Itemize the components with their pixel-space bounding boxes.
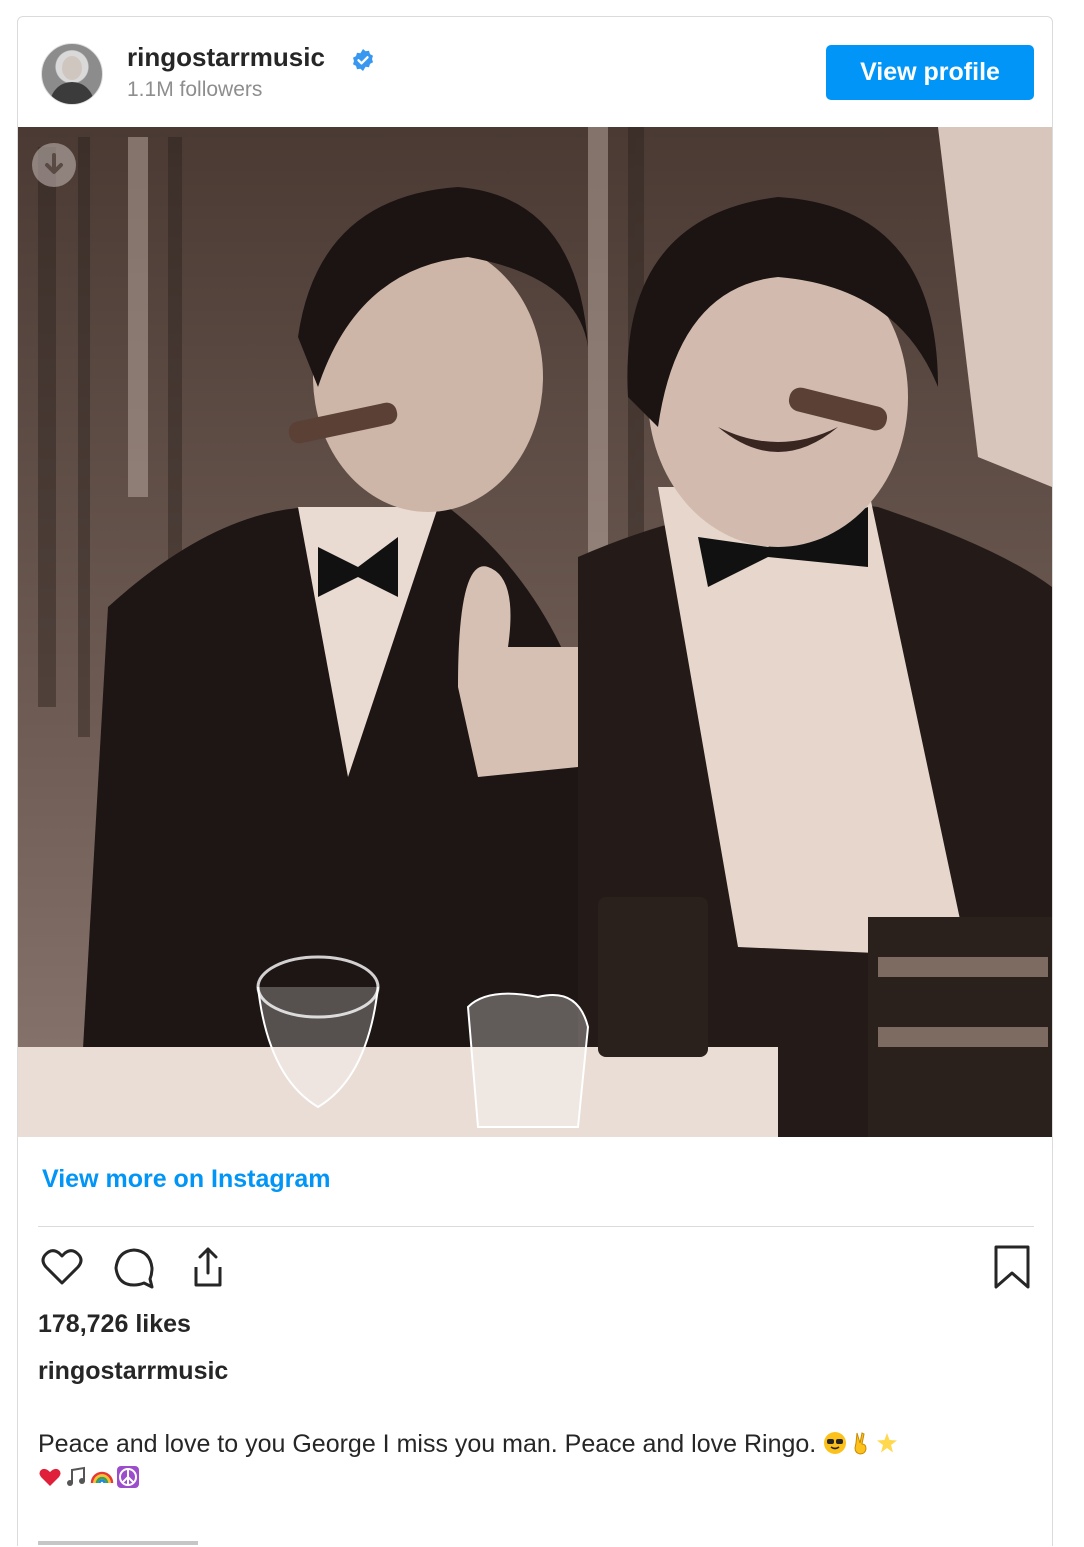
divider [38, 1226, 1034, 1227]
heart-icon[interactable] [38, 1243, 86, 1291]
avatar[interactable] [41, 43, 103, 105]
caption-username[interactable]: ringostarrmusic [38, 1357, 228, 1386]
like-count[interactable]: 178,726 likes [38, 1310, 191, 1339]
view-more-link[interactable]: View more on Instagram [42, 1165, 331, 1194]
red-heart-icon [39, 1468, 61, 1486]
bookmark-icon[interactable] [988, 1243, 1036, 1291]
post-header: ringostarrmusic 1.1M followers View prof… [18, 17, 1052, 127]
view-profile-button[interactable]: View profile [826, 45, 1034, 100]
share-icon[interactable] [184, 1243, 232, 1291]
post-photo[interactable] [18, 127, 1052, 1137]
musical-notes-icon [67, 1466, 85, 1486]
post-caption: Peace and love to you George I miss you … [38, 1427, 1038, 1495]
sunglasses-face-icon [824, 1432, 847, 1454]
caption-text: Peace and love to you George I miss you … [38, 1430, 817, 1458]
username[interactable]: ringostarrmusic [127, 42, 325, 73]
glowing-star-icon [877, 1433, 898, 1453]
truncated-comments-line [38, 1529, 238, 1547]
download-icon[interactable] [32, 143, 76, 187]
avatar-body [50, 82, 94, 104]
victory-hand-icon [854, 1432, 867, 1455]
instagram-embed-card: ringostarrmusic 1.1M followers View prof… [17, 16, 1053, 1546]
comment-icon[interactable] [110, 1243, 158, 1291]
peace-symbol-icon [117, 1466, 139, 1488]
arrow-down-icon [45, 153, 63, 174]
rainbow-icon [90, 1471, 114, 1484]
photo-illustration [18, 127, 1052, 1137]
verified-badge-icon [353, 49, 373, 71]
avatar-face [62, 56, 82, 80]
follower-count: 1.1M followers [127, 78, 263, 101]
